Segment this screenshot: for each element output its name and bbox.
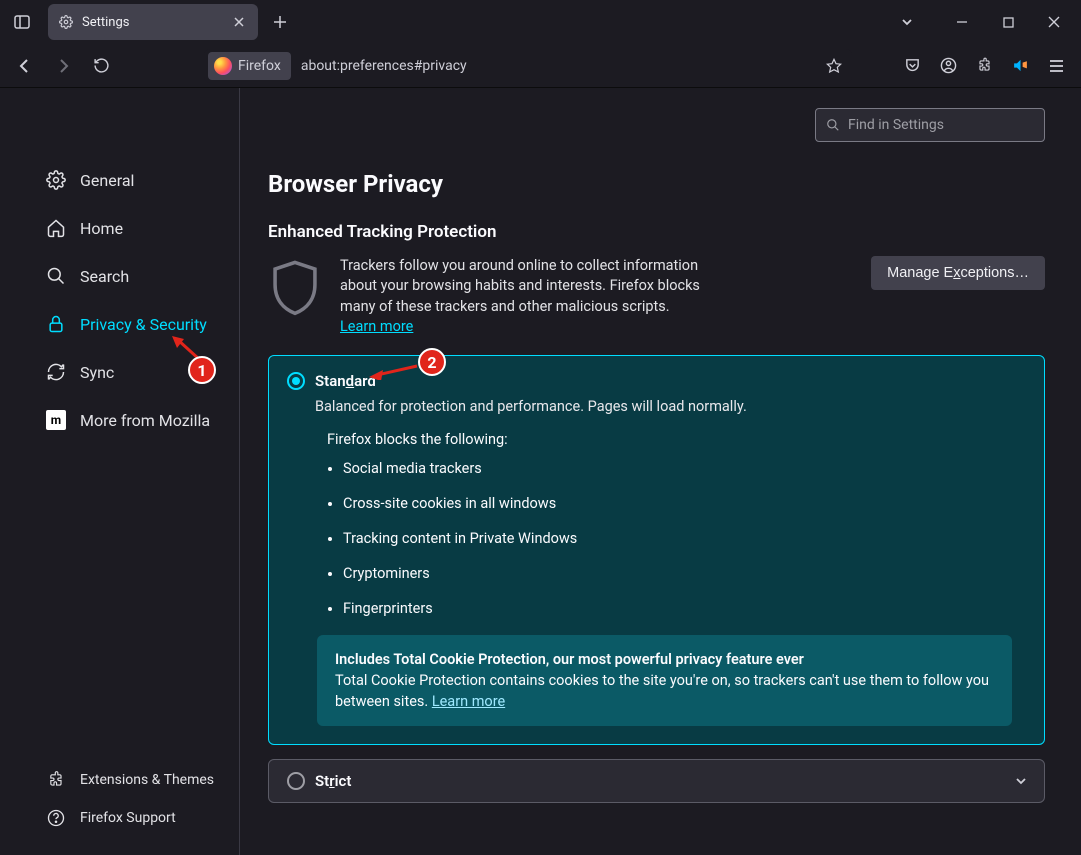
option-strict-label: Strict xyxy=(315,772,351,790)
minimize-button[interactable] xyxy=(939,6,985,38)
settings-content: Find in Settings Browser Privacy Enhance… xyxy=(240,88,1081,855)
annotation-arrow-2 xyxy=(369,362,419,380)
home-icon xyxy=(46,218,66,238)
block-list: Social media trackers Cross-site cookies… xyxy=(343,460,1026,617)
forward-button[interactable] xyxy=(46,49,80,83)
settings-sidebar: General Home Search Privacy & Security S… xyxy=(0,88,240,855)
new-tab-button[interactable] xyxy=(264,6,296,38)
annotation-badge-2: 2 xyxy=(418,348,446,376)
help-icon xyxy=(46,808,66,828)
back-button[interactable] xyxy=(8,49,42,83)
reload-button[interactable] xyxy=(84,49,118,83)
lock-icon xyxy=(46,314,66,334)
search-icon xyxy=(826,118,840,132)
etp-heading: Enhanced Tracking Protection xyxy=(268,222,1045,242)
chevron-down-icon[interactable] xyxy=(1014,774,1028,788)
search-icon xyxy=(46,266,66,286)
find-in-settings-input[interactable]: Find in Settings xyxy=(815,108,1045,142)
pocket-button[interactable] xyxy=(895,49,929,83)
close-icon[interactable] xyxy=(230,13,248,31)
sidebar-item-label: Extensions & Themes xyxy=(80,772,214,788)
firefox-icon xyxy=(214,57,232,75)
sidebar-toggle-button[interactable] xyxy=(4,6,40,38)
url-text: about:preferences#privacy xyxy=(301,58,820,74)
option-standard[interactable]: Standard 2 Balanced for protection and p… xyxy=(268,355,1045,745)
gear-icon xyxy=(46,170,66,190)
identity-label: Firefox xyxy=(238,58,281,74)
manage-exceptions-button[interactable]: Manage Exceptions… xyxy=(871,256,1045,290)
page-heading: Browser Privacy xyxy=(268,170,1045,198)
tab-title: Settings xyxy=(82,15,230,30)
option-standard-label: Standard xyxy=(315,372,376,390)
sidebar-item-privacy[interactable]: Privacy & Security xyxy=(0,300,239,348)
shield-icon xyxy=(268,258,322,318)
sidebar-item-label: Privacy & Security xyxy=(80,315,207,334)
urlbar[interactable]: Firefox about:preferences#privacy xyxy=(204,49,852,83)
sidebar-item-home[interactable]: Home xyxy=(0,204,239,252)
sidebar-item-search[interactable]: Search xyxy=(0,252,239,300)
option-standard-desc: Balanced for protection and performance.… xyxy=(315,398,1026,415)
sync-icon xyxy=(46,362,66,382)
sidebar-item-label: Search xyxy=(80,267,129,286)
blocks-intro: Firefox blocks the following: xyxy=(327,431,1026,448)
list-item: Social media trackers xyxy=(343,460,1026,477)
app-menu-button[interactable] xyxy=(1039,49,1073,83)
extensions-button[interactable] xyxy=(967,49,1001,83)
list-item: Cross-site cookies in all windows xyxy=(343,495,1026,512)
radio-strict[interactable] xyxy=(287,772,305,790)
sidebar-item-label: More from Mozilla xyxy=(80,411,210,430)
sidebar-item-support[interactable]: Firefox Support xyxy=(0,799,239,837)
account-button[interactable] xyxy=(931,49,965,83)
sidebar-item-label: Home xyxy=(80,219,123,238)
identity-box[interactable]: Firefox xyxy=(208,52,291,80)
sidebar-item-label: General xyxy=(80,171,134,190)
speaker-icon[interactable] xyxy=(1003,49,1037,83)
puzzle-icon xyxy=(46,770,66,790)
mozilla-icon: m xyxy=(46,410,66,430)
list-item: Fingerprinters xyxy=(343,600,1026,617)
option-strict[interactable]: Strict xyxy=(268,759,1045,803)
titlebar: Settings xyxy=(0,0,1081,44)
learn-more-link[interactable]: Learn more xyxy=(340,318,413,335)
list-item: Tracking content in Private Windows xyxy=(343,530,1026,547)
sidebar-item-mozilla[interactable]: m More from Mozilla xyxy=(0,396,239,444)
sidebar-item-general[interactable]: General xyxy=(0,156,239,204)
gear-icon xyxy=(58,14,74,30)
navigation-toolbar: Firefox about:preferences#privacy xyxy=(0,44,1081,88)
etp-description: Trackers follow you around online to col… xyxy=(340,256,720,337)
list-tabs-button[interactable] xyxy=(891,6,923,38)
bookmark-star-button[interactable] xyxy=(820,52,848,80)
annotation-badge-1: 1 xyxy=(188,356,216,384)
tcp-learn-more-link[interactable]: Learn more xyxy=(432,693,505,710)
radio-standard[interactable] xyxy=(287,372,305,390)
find-placeholder: Find in Settings xyxy=(848,117,944,133)
sidebar-item-extensions[interactable]: Extensions & Themes xyxy=(0,761,239,799)
sidebar-item-label: Firefox Support xyxy=(80,810,176,826)
tcp-callout: Includes Total Cookie Protection, our mo… xyxy=(317,635,1012,726)
list-item: Cryptominers xyxy=(343,565,1026,582)
maximize-button[interactable] xyxy=(985,6,1031,38)
tab-settings[interactable]: Settings xyxy=(48,4,258,40)
sidebar-item-label: Sync xyxy=(80,363,114,382)
close-window-button[interactable] xyxy=(1031,6,1077,38)
